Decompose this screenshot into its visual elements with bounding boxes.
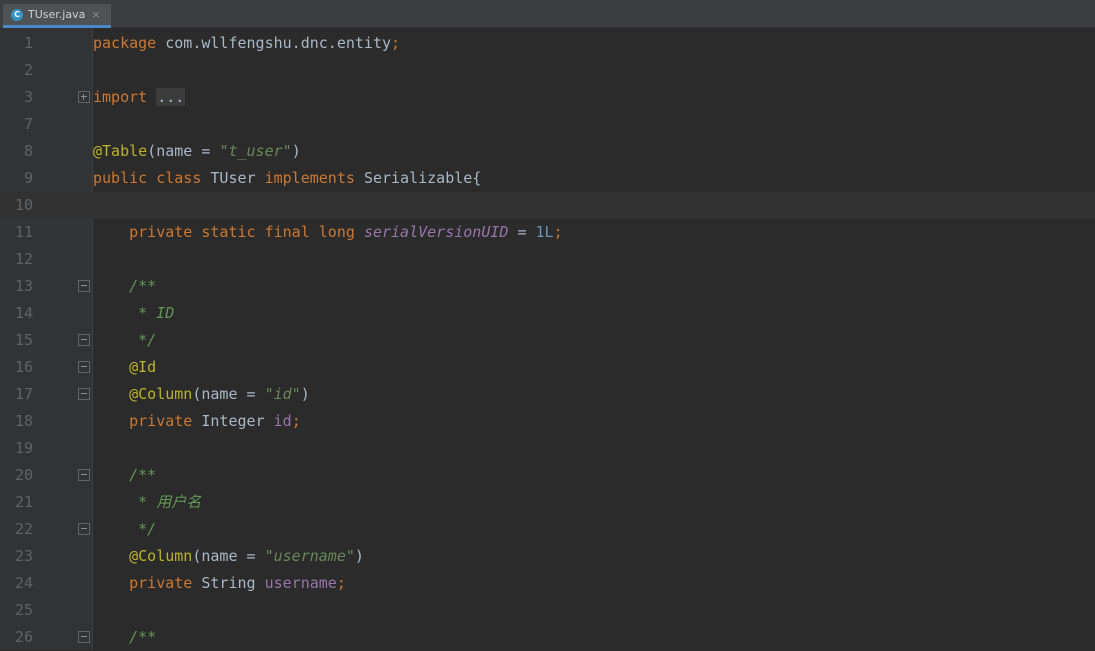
- line-number: 17: [14, 385, 33, 403]
- code-line[interactable]: 1 package com.wllfengshu.dnc.entity;: [0, 30, 1095, 57]
- current-code-line[interactable]: 10: [0, 192, 1095, 219]
- line-number: 8: [23, 142, 33, 160]
- code-text: * ID: [129, 304, 175, 322]
- code-text: /**: [129, 277, 157, 295]
- line-number: 12: [14, 250, 33, 268]
- line-number: 10: [14, 196, 33, 214]
- code-line[interactable]: 9 public class TUser implements Serializ…: [0, 165, 1095, 192]
- code-text: private String username;: [129, 574, 346, 592]
- collapse-fold-icon[interactable]: [78, 469, 90, 481]
- code-text: public class TUser implements Serializab…: [93, 169, 482, 187]
- code-line[interactable]: 3 import ...: [0, 84, 1095, 111]
- tab-tuser-java[interactable]: C TUser.java ×: [3, 4, 111, 28]
- code-text: */: [129, 331, 157, 349]
- expand-fold-icon[interactable]: [78, 91, 90, 103]
- code-editor[interactable]: 1 package com.wllfengshu.dnc.entity; 2 3…: [0, 28, 1095, 650]
- line-number: 20: [14, 466, 33, 484]
- editor-tab-bar: C TUser.java ×: [0, 0, 1095, 28]
- code-text: @Table(name = "t_user"): [93, 142, 301, 160]
- code-text: package com.wllfengshu.dnc.entity;: [93, 34, 401, 52]
- code-text: */: [129, 520, 157, 538]
- line-number: 24: [14, 574, 33, 592]
- line-number: 22: [14, 520, 33, 538]
- line-number: 15: [14, 331, 33, 349]
- collapse-fold-icon[interactable]: [78, 631, 90, 643]
- line-number: 26: [14, 628, 33, 646]
- close-icon[interactable]: ×: [91, 8, 100, 21]
- fold-end-icon[interactable]: [78, 334, 90, 346]
- code-line[interactable]: 18 private Integer id;: [0, 408, 1095, 435]
- code-line[interactable]: 17 @Column(name = "id"): [0, 381, 1095, 408]
- code-line[interactable]: 11 private static final long serialVersi…: [0, 219, 1095, 246]
- line-number: 19: [14, 439, 33, 457]
- code-line[interactable]: 25: [0, 597, 1095, 624]
- code-text: import ...: [93, 88, 186, 106]
- line-number: 13: [14, 277, 33, 295]
- line-number: 2: [23, 61, 33, 79]
- line-number: 25: [14, 601, 33, 619]
- collapse-fold-icon[interactable]: [78, 361, 90, 373]
- line-number: 11: [14, 223, 33, 241]
- code-text: /**: [129, 628, 157, 646]
- line-number: 21: [14, 493, 33, 511]
- class-icon: C: [11, 8, 23, 21]
- code-line[interactable]: 19: [0, 435, 1095, 462]
- folded-imports[interactable]: ...: [156, 88, 186, 106]
- code-text: @Id: [129, 358, 157, 376]
- code-line[interactable]: 22 */: [0, 516, 1095, 543]
- fold-end-icon[interactable]: [78, 388, 90, 400]
- line-number: 7: [23, 115, 33, 133]
- code-line[interactable]: 7: [0, 111, 1095, 138]
- code-line[interactable]: 14 * ID: [0, 300, 1095, 327]
- code-line[interactable]: 8 @Table(name = "t_user"): [0, 138, 1095, 165]
- code-line[interactable]: 13 /**: [0, 273, 1095, 300]
- code-line[interactable]: 21 * 用户名: [0, 489, 1095, 516]
- code-line[interactable]: 23 @Column(name = "username"): [0, 543, 1095, 570]
- line-number: 14: [14, 304, 33, 322]
- code-line[interactable]: 15 */: [0, 327, 1095, 354]
- collapse-fold-icon[interactable]: [78, 280, 90, 292]
- code-line[interactable]: 24 private String username;: [0, 570, 1095, 597]
- code-text: private Integer id;: [129, 412, 301, 430]
- code-line[interactable]: 16 @Id: [0, 354, 1095, 381]
- code-text: private static final long serialVersionU…: [129, 223, 563, 241]
- line-number: 16: [14, 358, 33, 376]
- line-number: 1: [23, 34, 33, 52]
- code-line[interactable]: 12: [0, 246, 1095, 273]
- code-line[interactable]: 26 /**: [0, 624, 1095, 651]
- code-text: * 用户名: [129, 493, 202, 511]
- code-line[interactable]: 2: [0, 57, 1095, 84]
- line-number: 3: [23, 88, 33, 106]
- tab-label: TUser.java: [28, 8, 86, 21]
- code-line[interactable]: 20 /**: [0, 462, 1095, 489]
- code-text: @Column(name = "username"): [129, 547, 364, 565]
- line-number: 23: [14, 547, 33, 565]
- line-number: 9: [23, 169, 33, 187]
- code-text: @Column(name = "id"): [129, 385, 310, 403]
- fold-end-icon[interactable]: [78, 523, 90, 535]
- code-text: /**: [129, 466, 157, 484]
- line-number: 18: [14, 412, 33, 430]
